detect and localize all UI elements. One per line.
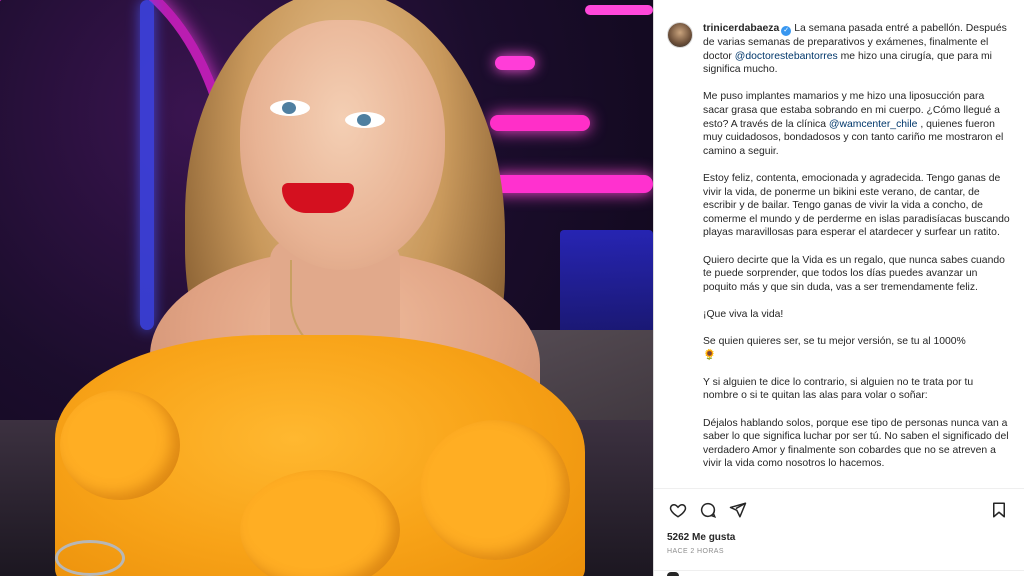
dress-ruffle	[60, 390, 180, 500]
dress-ruffle	[420, 420, 570, 560]
comment-icon[interactable]	[697, 499, 719, 521]
action-icons	[667, 499, 1010, 521]
avatar[interactable]	[667, 22, 693, 48]
share-icon[interactable]	[727, 499, 749, 521]
neon-bar-decoration	[585, 5, 653, 15]
caption-paragraph: Quiero decirte que la Vida es un regalo,…	[703, 254, 1005, 293]
mention-link[interactable]: @wamcenter_chile	[829, 119, 918, 130]
woman-lips	[282, 183, 354, 213]
caption-paragraph: ¡Que viva la vida!	[703, 308, 784, 320]
post-photo[interactable]	[0, 0, 653, 576]
username-link[interactable]: trinicerdabaeza	[703, 23, 779, 34]
likes-count[interactable]: 5262 Me gusta	[667, 532, 1010, 543]
likes-label: Me gusta	[692, 532, 736, 543]
neon-bar-decoration	[490, 115, 590, 131]
comment-bar-stub	[654, 570, 1024, 576]
verified-badge-icon: ✓	[781, 26, 792, 36]
bracelet	[55, 540, 125, 576]
woman-eye	[345, 112, 385, 128]
caption-paragraph: Déjalos hablando solos, porque ese tipo …	[703, 417, 1009, 470]
caption-paragraph: Estoy feliz, contenta, emocionada y agra…	[703, 172, 1010, 239]
post-actions-bar: 5262 Me gusta HACE 2 HORAS	[654, 488, 1024, 576]
neon-bar-decoration	[490, 175, 653, 193]
sunflower-emoji: 🌻	[703, 349, 716, 361]
post-side-panel: trinicerdabaeza ✓ La semana pasada entré a…	[653, 0, 1024, 576]
emoji-icon[interactable]	[667, 572, 679, 576]
caption-text: trinicerdabaeza ✓ La semana pasada entré a…	[703, 22, 1010, 471]
caption-row: trinicerdabaeza ✓ La semana pasada entré a…	[667, 22, 1010, 471]
mention-link[interactable]: @doctorestebantorres	[735, 51, 838, 62]
woman-eye	[270, 100, 310, 116]
bookmark-icon[interactable]	[988, 499, 1010, 521]
woman-face	[240, 20, 445, 270]
post-timestamp[interactable]: HACE 2 HORAS	[667, 548, 1010, 555]
caption-paragraph: Y si alguien te dice lo contrario, si al…	[703, 376, 974, 402]
instagram-post: trinicerdabaeza ✓ La semana pasada entré a…	[0, 0, 1024, 576]
caption-segment: Se quien quieres ser, se tu mejor versió…	[703, 336, 966, 348]
blue-light-decoration	[140, 0, 154, 330]
neon-bar-decoration	[495, 56, 535, 70]
likes-number: 5262	[667, 532, 690, 543]
caption-area[interactable]: trinicerdabaeza ✓ La semana pasada entré a…	[654, 0, 1024, 488]
heart-icon[interactable]	[667, 499, 689, 521]
